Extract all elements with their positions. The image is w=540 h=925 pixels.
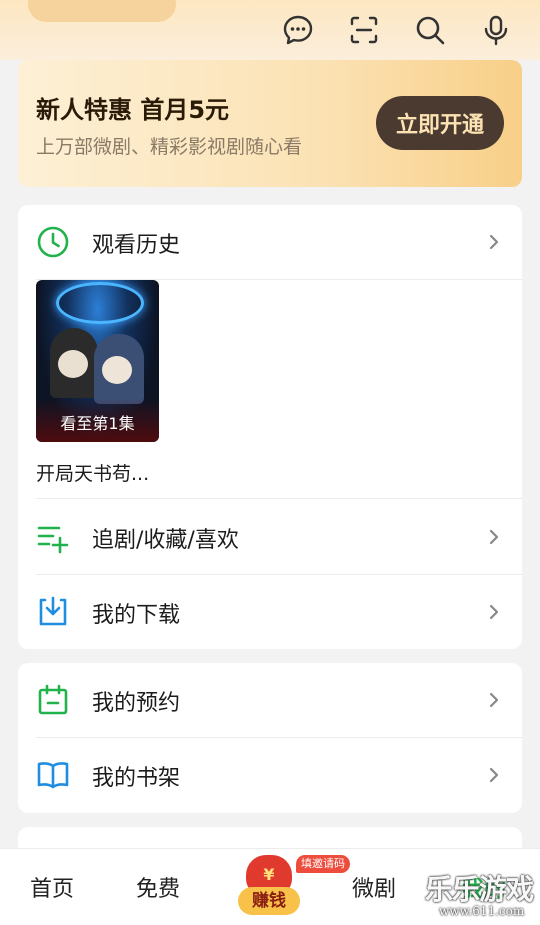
divider (36, 498, 522, 499)
clock-icon (36, 225, 70, 259)
chevron-right-icon (484, 764, 504, 786)
watch-history-label: 观看历史 (92, 233, 181, 258)
watch-history-row[interactable]: 观看历史 (18, 205, 522, 279)
playlist-add-icon (36, 520, 70, 554)
calendar-icon (36, 683, 70, 717)
my-bookshelf-row[interactable]: 我的书架 (18, 738, 522, 812)
top-bar (0, 0, 540, 60)
cover-face (102, 356, 132, 384)
history-card: 观看历史 看至第1集 开局天书苟... 追剧/收藏/喜欢 我的下载 (18, 205, 522, 649)
download-icon (36, 595, 70, 629)
vip-promo-banner[interactable]: 新人特惠 首月5元 上万部微剧、精彩影视剧随心看 立即开通 (18, 60, 522, 187)
message-icon[interactable] (280, 12, 316, 48)
banner-title: 新人特惠 首月5元 (36, 96, 230, 124)
invite-code-badge[interactable]: 填邀请码 (296, 855, 350, 873)
magic-circle-art (56, 282, 144, 324)
chevron-right-icon (484, 689, 504, 711)
history-thumbnail[interactable]: 看至第1集 (36, 280, 159, 442)
history-item-title[interactable]: 开局天书苟... (36, 459, 149, 486)
nav-free[interactable]: 免费 (136, 871, 180, 903)
scan-icon[interactable] (346, 12, 382, 48)
banner-subtitle: 上万部微剧、精彩影视剧随心看 (36, 136, 303, 158)
my-reservations-label: 我的预约 (92, 691, 181, 716)
nav-home[interactable]: 首页 (30, 871, 74, 903)
follow-collect-like-row[interactable]: 追剧/收藏/喜欢 (18, 500, 522, 574)
chevron-right-icon (484, 231, 504, 253)
cover-face (58, 350, 88, 378)
watermark-text: 乐乐游戏 (425, 873, 534, 906)
watermark-url: www.611.com (439, 904, 525, 918)
my-reservations-row[interactable]: 我的预约 (18, 663, 522, 737)
chevron-right-icon (484, 601, 504, 623)
activate-now-button[interactable]: 立即开通 (376, 96, 504, 150)
nav-short-drama[interactable]: 微剧 (352, 871, 396, 903)
earn-label: 赚钱 (238, 887, 300, 915)
microphone-icon[interactable] (478, 12, 514, 48)
library-card: 我的预约 我的书架 (18, 663, 522, 813)
vip-pill[interactable] (28, 0, 176, 22)
nav-earn-button[interactable]: ¥ 赚钱 (238, 853, 302, 919)
search-icon[interactable] (412, 12, 448, 48)
my-downloads-label: 我的下载 (92, 603, 181, 628)
book-icon (36, 758, 70, 792)
follow-collect-like-label: 追剧/收藏/喜欢 (92, 528, 239, 553)
my-bookshelf-label: 我的书架 (92, 766, 181, 791)
site-watermark: 乐乐游戏 www.611.com (425, 868, 540, 924)
my-downloads-row[interactable]: 我的下载 (18, 575, 522, 649)
episode-progress: 看至第1集 (60, 414, 135, 433)
chevron-right-icon (484, 526, 504, 548)
